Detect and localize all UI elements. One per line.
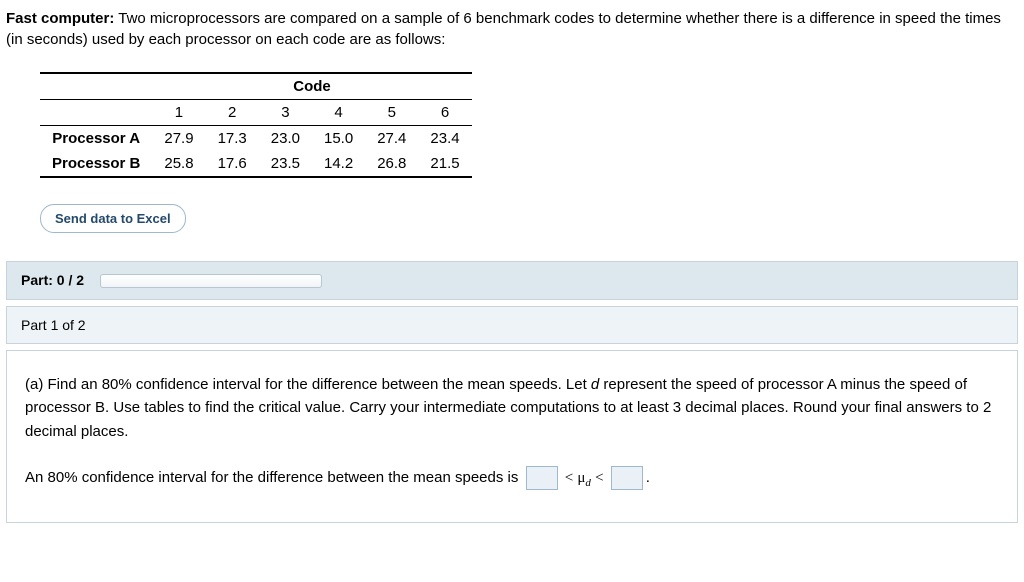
data-table: Code 1 2 3 4 5 6 Processor A 27.9 17.3 2… bbox=[40, 72, 472, 178]
answer-input-upper[interactable] bbox=[611, 466, 643, 490]
col-head: 5 bbox=[365, 100, 418, 126]
problem-intro: Fast computer: Two microprocessors are c… bbox=[0, 0, 1024, 62]
intro-bold: Fast computer: bbox=[6, 10, 114, 27]
cell: 25.8 bbox=[152, 151, 205, 177]
data-table-container: Code 1 2 3 4 5 6 Processor A 27.9 17.3 2… bbox=[40, 72, 1024, 178]
col-head: 2 bbox=[206, 100, 259, 126]
answer-line: An 80% confidence interval for the diffe… bbox=[25, 466, 999, 492]
cell: 23.0 bbox=[259, 126, 312, 152]
lt-sign: < bbox=[595, 470, 603, 486]
col-head: 3 bbox=[259, 100, 312, 126]
progress-bar-section: Part: 0 / 2 bbox=[6, 261, 1018, 300]
row-label: Processor B bbox=[40, 151, 152, 177]
cell: 26.8 bbox=[365, 151, 418, 177]
progress-label: Part: 0 / 2 bbox=[21, 272, 84, 288]
cell: 17.3 bbox=[206, 126, 259, 152]
period: . bbox=[646, 469, 650, 486]
cell: 23.4 bbox=[418, 126, 471, 152]
cell: 14.2 bbox=[312, 151, 365, 177]
cell: 21.5 bbox=[418, 151, 471, 177]
send-to-excel-button[interactable]: Send data to Excel bbox=[40, 204, 186, 233]
cell: 15.0 bbox=[312, 126, 365, 152]
intro-rest: Two microprocessors are compared on a sa… bbox=[6, 10, 1001, 48]
lt-sign: < bbox=[565, 470, 573, 486]
question-body: (a) Find an 80% confidence interval for … bbox=[6, 350, 1018, 523]
cell: 27.9 bbox=[152, 126, 205, 152]
col-head: 6 bbox=[418, 100, 471, 126]
cell: 27.4 bbox=[365, 126, 418, 152]
part-header: Part 1 of 2 bbox=[6, 306, 1018, 344]
col-head: 1 bbox=[152, 100, 205, 126]
cell: 23.5 bbox=[259, 151, 312, 177]
answer-input-lower[interactable] bbox=[526, 466, 558, 490]
table-header-code: Code bbox=[152, 73, 471, 100]
mu-symbol: μd bbox=[577, 470, 591, 486]
cell: 17.6 bbox=[206, 151, 259, 177]
question-text: (a) Find an 80% confidence interval for … bbox=[25, 373, 999, 443]
row-label: Processor A bbox=[40, 126, 152, 152]
progress-bar bbox=[100, 274, 322, 288]
col-head: 4 bbox=[312, 100, 365, 126]
answer-lead: An 80% confidence interval for the diffe… bbox=[25, 469, 518, 486]
